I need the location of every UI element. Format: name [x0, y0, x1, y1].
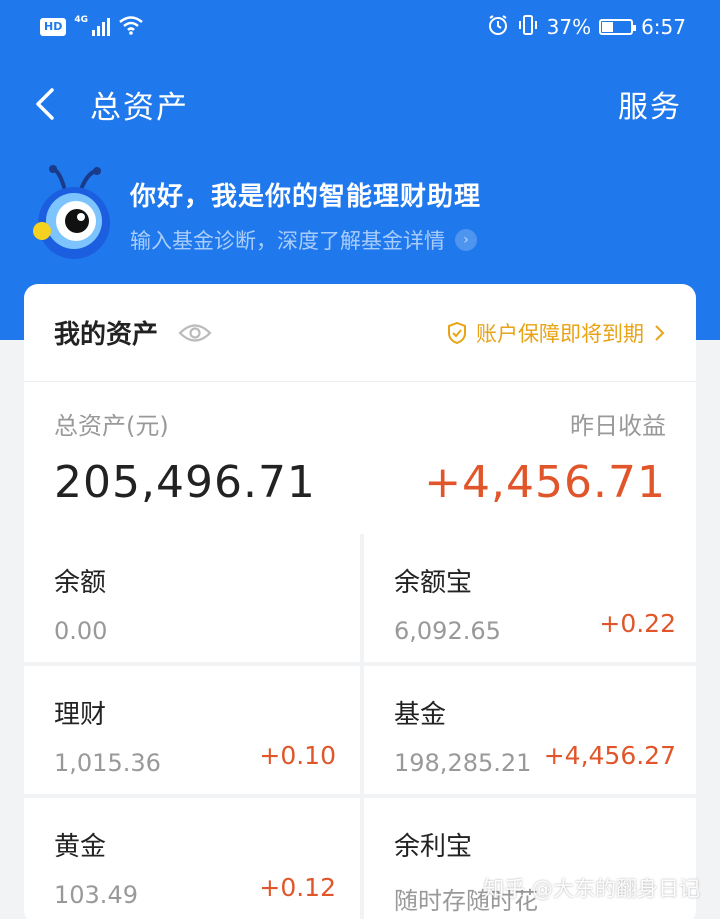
wifi-icon	[118, 15, 144, 40]
chevron-right-icon[interactable]: ›	[455, 228, 477, 251]
shield-icon	[448, 321, 466, 344]
yesterday-profit-label: 昨日收益	[570, 412, 666, 440]
yesterday-profit-value: +4,456.71	[424, 457, 666, 508]
status-right: 37% 6:57	[487, 14, 686, 41]
page-title: 总资产	[90, 89, 189, 126]
assets-card: 我的资产 账户保障即将到期 总资产(元) 205,496.71 昨日收益 +4,…	[24, 284, 696, 919]
nav-bar: 总资产 服务	[0, 54, 720, 154]
service-button[interactable]: 服务	[618, 82, 682, 126]
eye-icon[interactable]	[178, 322, 212, 344]
protection-text: 账户保障即将到期	[476, 321, 644, 346]
assistant-subtitle: 输入基金诊断，深度了解基金详情	[130, 228, 445, 253]
assistant-subtitle-row: 输入基金诊断，深度了解基金详情 ›	[130, 225, 481, 255]
asset-name: 余利宝	[394, 832, 473, 862]
chevron-right-icon	[655, 324, 665, 341]
card-header: 我的资产 账户保障即将到期	[24, 284, 696, 382]
asset-summary: 总资产(元) 205,496.71 昨日收益 +4,456.71	[24, 382, 696, 532]
asset-grid: 余额 0.00 余额宝 6,092.65 +0.22 理财 1,015.36 +…	[24, 534, 696, 919]
asset-gain: +0.10	[259, 741, 336, 770]
watermark: 知乎 @大东的翻身日记	[483, 877, 700, 901]
back-arrow-icon[interactable]	[30, 84, 60, 124]
mascot-icon	[26, 165, 116, 265]
asset-item-yuebao[interactable]: 余额宝 6,092.65 +0.22	[364, 534, 696, 662]
asset-gain: +0.22	[599, 609, 676, 638]
asset-name: 理财	[54, 700, 107, 730]
asset-item-wealth[interactable]: 理财 1,015.36 +0.10	[24, 666, 360, 794]
asset-item-gold[interactable]: 黄金 103.49 +0.12	[24, 798, 360, 919]
status-left: HD 4G	[40, 15, 144, 40]
asset-name: 黄金	[54, 832, 107, 862]
alarm-icon	[487, 14, 509, 41]
nav-left: 总资产	[30, 82, 189, 127]
signal-icon	[92, 18, 110, 36]
asset-name: 余额宝	[394, 568, 473, 598]
card-header-left: 我的资产	[54, 314, 212, 351]
asset-amount: 0.00	[54, 617, 108, 645]
status-bar: HD 4G 37% 6:57	[0, 0, 720, 54]
asset-item-fund[interactable]: 基金 198,285.21 +4,456.27	[364, 666, 696, 794]
card-title: 我的资产	[54, 320, 159, 350]
hd-icon: HD	[40, 18, 67, 36]
asset-gain: +0.12	[259, 873, 336, 902]
asset-name: 基金	[394, 700, 447, 730]
network-type: 4G	[74, 14, 88, 25]
asset-item-balance[interactable]: 余额 0.00	[24, 534, 360, 662]
assistant-banner[interactable]: 你好，我是你的智能理财助理 输入基金诊断，深度了解基金详情 ›	[26, 160, 706, 270]
battery-icon	[599, 19, 637, 35]
vibrate-icon	[517, 14, 539, 41]
protection-notice[interactable]: 账户保障即将到期	[446, 318, 666, 348]
assistant-text: 你好，我是你的智能理财助理 输入基金诊断，深度了解基金详情 ›	[130, 176, 481, 255]
asset-name: 余额	[54, 568, 107, 598]
assistant-greeting: 你好，我是你的智能理财助理	[130, 181, 482, 212]
battery-percent: 37%	[546, 15, 592, 39]
yesterday-profit: 昨日收益 +4,456.71	[424, 406, 666, 508]
asset-gain: +4,456.27	[543, 741, 676, 770]
clock-time: 6:57	[641, 15, 686, 39]
